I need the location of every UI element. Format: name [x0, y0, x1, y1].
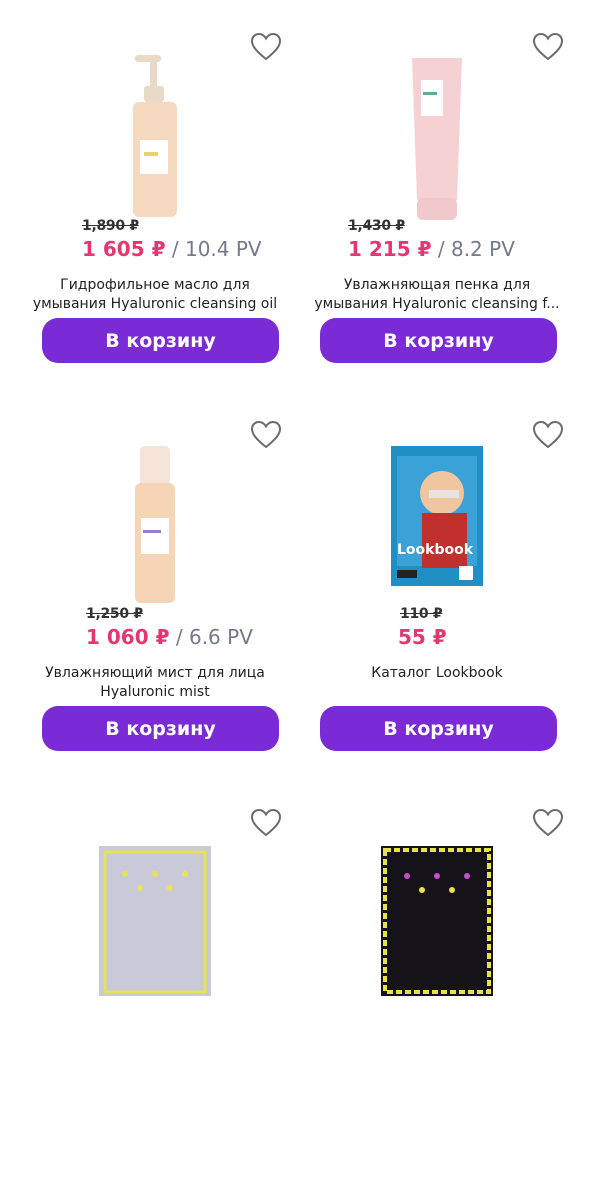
add-to-cart-button[interactable]: В корзину: [42, 706, 279, 751]
product-title[interactable]: Увлажняющая пенка для умывания Hyaluronic…: [302, 276, 572, 314]
product-card[interactable]: 1,430 ₽ 1 215 ₽ / 8.2 PV Увлажняющая пен…: [302, 26, 572, 406]
product-image[interactable]: [20, 50, 290, 220]
add-to-cart-button[interactable]: В корзину: [320, 706, 557, 751]
price: 1 605 ₽ / 10.4 PV: [82, 237, 262, 261]
product-image[interactable]: [302, 50, 572, 220]
old-price: 110 ₽: [400, 606, 443, 622]
price: 55 ₽: [398, 625, 447, 649]
product-image[interactable]: [302, 826, 572, 996]
product-title[interactable]: Увлажняющий мист для лица Hyaluronic mist: [20, 664, 290, 702]
old-price: 1,890 ₽: [82, 218, 139, 234]
old-price: 1,430 ₽: [348, 218, 405, 234]
add-to-cart-button[interactable]: В корзину: [42, 318, 279, 363]
price: 1 215 ₽ / 8.2 PV: [348, 237, 515, 261]
product-card[interactable]: [302, 802, 572, 1182]
old-price: 1,250 ₽: [86, 606, 143, 622]
product-image[interactable]: [20, 826, 290, 996]
price: 1 060 ₽ / 6.6 PV: [86, 625, 253, 649]
product-card[interactable]: [20, 802, 290, 1182]
product-card[interactable]: 1,250 ₽ 1 060 ₽ / 6.6 PV Увлажняющий мис…: [20, 414, 290, 794]
product-image[interactable]: Lookbook: [302, 438, 572, 608]
add-to-cart-button[interactable]: В корзину: [320, 318, 557, 363]
product-title[interactable]: Гидрофильное масло для умывания Hyaluroni…: [20, 276, 290, 314]
product-image[interactable]: [20, 438, 290, 608]
lookbook-title: Lookbook: [397, 542, 474, 558]
product-card[interactable]: 1,890 ₽ 1 605 ₽ / 10.4 PV Гидрофильное м…: [20, 26, 290, 406]
product-card[interactable]: Lookbook 110 ₽ 55 ₽ Каталог Lookbook В к…: [302, 414, 572, 794]
product-title[interactable]: Каталог Lookbook: [302, 664, 572, 683]
